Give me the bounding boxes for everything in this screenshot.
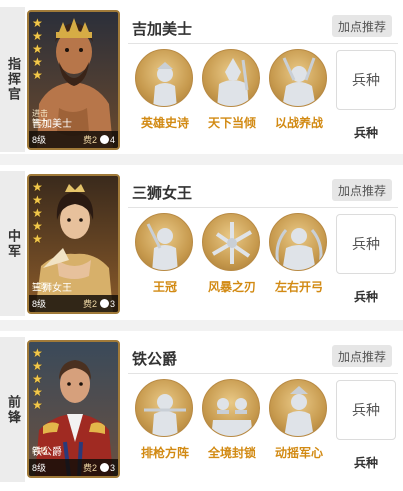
divider-line [128,207,398,208]
hero-level: 8级 [32,463,47,473]
role-label: 中军 [5,228,20,259]
storm-blade-icon [202,213,260,271]
troop-type-label: 兵种 [353,126,378,140]
hero-card[interactable]: ★ ★ ★ ★ ★ 进击 智力 吉加美士 8级 费2 4 [27,10,120,150]
skill-slot[interactable]: 风暴之刃 [197,213,269,303]
hero-name: 吉加美士 [132,20,193,38]
divider-line [128,43,398,44]
section-divider [0,320,403,331]
hero-card-footer: 8级 费2 3 [29,459,118,476]
hero-cost: 费2 [82,299,97,309]
role-label: 前锋 [5,394,20,425]
hero-speed: 3 [99,299,115,309]
skill-slot[interactable]: 英雄史诗 [130,49,202,139]
horse-icon [99,463,109,472]
skill-label: 天下当倾 [207,116,256,130]
skill-slot[interactable]: 王冠 [130,213,202,303]
hero-card-name: 吉加美士 [32,119,72,130]
section-divider [0,0,403,6]
troop-type-box[interactable]: 兵种 [336,214,396,274]
divider-line [128,373,398,374]
troop-type-box[interactable]: 兵种 [336,50,396,110]
hero-speed: 4 [99,135,115,145]
hero-card-name: 三狮女王 [32,283,72,294]
recommend-points-button[interactable]: 加点推荐 [332,345,392,367]
war-feeds-war-icon [269,49,327,107]
hero-section-vanguard: 前锋 ★ ★ ★ ★ ★ 肉盾 铁公爵 8级 费2 3 铁公爵 加点推荐 排枪方… [0,337,403,484]
skill-slot[interactable]: 以战养战 [264,49,336,139]
hero-section-commander: 指挥官 ★ ★ ★ ★ ★ 进击 智力 吉加美士 8级 费2 4 吉加美士 加点推荐 [0,7,403,154]
skill-label: 王冠 [152,280,177,294]
troop-type-label: 兵种 [353,456,378,470]
role-label: 指挥官 [5,57,20,102]
hero-cost: 费2 [82,135,97,145]
hero-speed: 3 [99,463,115,473]
skill-label: 风暴之刃 [207,280,256,294]
recommend-points-button[interactable]: 加点推荐 [332,15,392,37]
skill-slot[interactable]: 排枪方阵 [130,379,202,469]
star-rating: ★ ★ ★ ★ ★ [32,16,43,82]
horse-icon [99,135,109,144]
hero-epic-icon [135,49,193,107]
role-label-box: 指挥官 [0,7,25,152]
star-rating: ★ ★ ★ ★ ★ [32,346,43,412]
troop-type-box[interactable]: 兵种 [336,380,396,440]
section-divider [0,154,403,165]
skill-label: 排枪方阵 [140,446,189,460]
hero-card[interactable]: ★ ★ ★ ★ ★ 肉盾 铁公爵 8级 费2 3 [27,340,120,478]
skill-label: 全境封锁 [207,446,256,460]
dual-bow-icon [269,213,327,271]
role-label-box: 中军 [0,171,25,316]
skill-slot[interactable]: 天下当倾 [197,49,269,139]
world-topple-icon [202,49,260,107]
full-lockdown-icon [202,379,260,437]
skill-label: 以战养战 [274,116,323,130]
hero-name: 三狮女王 [132,184,193,202]
hero-card-footer: 8级 费2 3 [29,295,118,312]
hero-card-footer: 8级 费2 4 [29,131,118,148]
role-label-box: 前锋 [0,337,25,482]
hero-card[interactable]: ★ ★ ★ ★ ★ 辅助 三狮女王 8级 费2 3 [27,174,120,314]
star-rating: ★ ★ ★ ★ ★ [32,180,43,246]
hero-name: 铁公爵 [132,350,178,368]
skill-label: 英雄史诗 [140,116,189,130]
hero-section-center: 中军 ★ ★ ★ ★ ★ 辅助 三狮女王 8级 费2 3 三狮女王 加点推荐 王… [0,171,403,318]
musket-line-icon [135,379,193,437]
hero-level: 8级 [32,299,47,309]
shake-morale-icon [269,379,327,437]
skill-slot[interactable]: 全境封锁 [197,379,269,469]
hero-card-name: 铁公爵 [32,447,62,458]
hero-tag: 进击 [32,109,48,118]
crown-icon [135,213,193,271]
hero-level: 8级 [32,135,47,145]
skill-slot[interactable]: 左右开弓 [264,213,336,303]
skill-label: 动摇军心 [274,446,323,460]
skill-slot[interactable]: 动摇军心 [264,379,336,469]
recommend-points-button[interactable]: 加点推荐 [332,179,392,201]
skill-label: 左右开弓 [274,280,323,294]
horse-icon [99,299,109,308]
troop-type-label: 兵种 [353,290,378,304]
hero-cost: 费2 [82,463,97,473]
